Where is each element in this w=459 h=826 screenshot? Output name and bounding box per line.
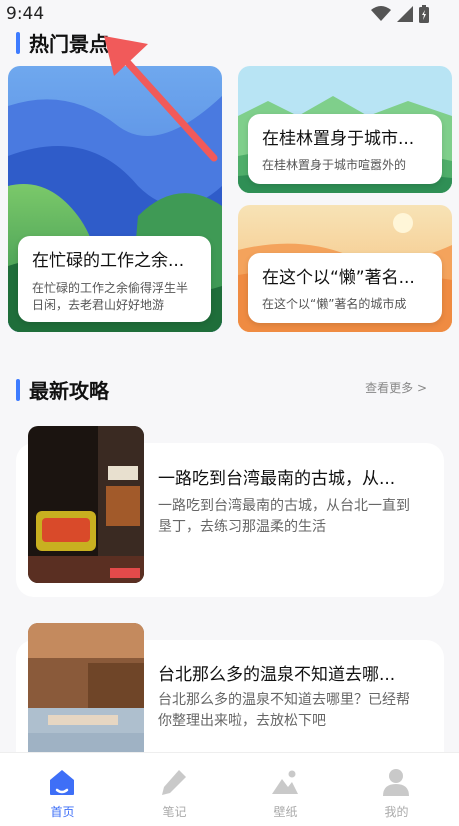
home-icon <box>50 770 74 795</box>
hot-spot-card[interactable]: 在这个以“懒”著名... 在这个以“懒”著名的城市成 <box>238 205 452 332</box>
guide-thumbnail <box>28 426 144 583</box>
pen-icon <box>162 770 186 795</box>
nav-item-home[interactable]: 首页 <box>5 753 120 826</box>
hot-spot-card[interactable]: 在桂林置身于城市... 在桂林置身于城市喧嚣外的 <box>238 66 452 193</box>
card-caption: 在桂林置身于城市... 在桂林置身于城市喧嚣外的 <box>248 114 442 184</box>
card-title: 在这个以“懒”著名... <box>262 268 415 288</box>
bottom-navigation: 首页 笔记 壁纸 我的 <box>0 752 459 826</box>
nav-item-notes[interactable]: 笔记 <box>117 753 232 826</box>
battery-icon <box>419 5 429 23</box>
card-title: 在忙碌的工作之余... <box>32 251 185 271</box>
nav-item-wallpaper[interactable]: 壁纸 <box>228 753 343 826</box>
guide-thumbnail <box>28 623 144 763</box>
card-subtitle: 在这个以“懒”著名的城市成 <box>262 297 407 311</box>
card-subtitle: 在桂林置身于城市喧嚣外的 <box>262 158 407 172</box>
guide-list-item[interactable]: 台北那么多的温泉不知道去哪... 台北那么多的温泉不知道去哪里？已经帮你整理出来… <box>16 623 444 770</box>
hot-spots-title: 热门景点 <box>29 32 109 56</box>
guide-list-item[interactable]: 一路吃到台湾最南的古城，从... 一路吃到台湾最南的古城，从台北一直到垦丁，去练… <box>16 426 444 597</box>
guide-title: 台北那么多的温泉不知道去哪... <box>158 665 396 685</box>
card-caption: 在这个以“懒”著名... 在这个以“懒”著名的城市成 <box>248 253 442 323</box>
latest-guides-title: 最新攻略 <box>29 379 109 403</box>
nav-label: 我的 <box>384 805 409 819</box>
accent-bar <box>16 378 20 401</box>
wifi-icon <box>371 6 391 21</box>
annotation-arrow-icon <box>104 36 218 162</box>
card-title: 在桂林置身于城市... <box>262 129 415 149</box>
image-icon <box>272 770 298 794</box>
view-more-link[interactable]: 查看更多 > <box>365 379 427 396</box>
guide-summary: 一路吃到台湾最南的古城，从台北一直到垦丁，去练习那温柔的生活 <box>158 498 410 535</box>
nav-label: 笔记 <box>162 805 187 819</box>
nav-label: 首页 <box>50 805 75 819</box>
signal-icon <box>397 6 413 22</box>
nav-item-profile[interactable]: 我的 <box>339 753 454 826</box>
guide-title: 一路吃到台湾最南的古城，从... <box>158 469 396 489</box>
accent-bar <box>16 31 20 54</box>
card-subtitle: 在忙碌的工作之余偷得浮生半日闲，去老君山好好地游 <box>32 281 189 312</box>
guide-summary: 台北那么多的温泉不知道去哪里？已经帮你整理出来啦，去放松下吧 <box>158 692 410 729</box>
nav-label: 壁纸 <box>273 805 298 819</box>
latest-guides-heading: 最新攻略 <box>16 375 109 404</box>
status-bar: 9:44 <box>0 0 459 28</box>
status-time: 9:44 <box>6 4 45 24</box>
user-icon <box>383 769 409 796</box>
card-caption: 在忙碌的工作之余... 在忙碌的工作之余偷得浮生半日闲，去老君山好好地游 <box>18 236 211 322</box>
hot-spots-heading: 热门景点 <box>16 28 109 57</box>
